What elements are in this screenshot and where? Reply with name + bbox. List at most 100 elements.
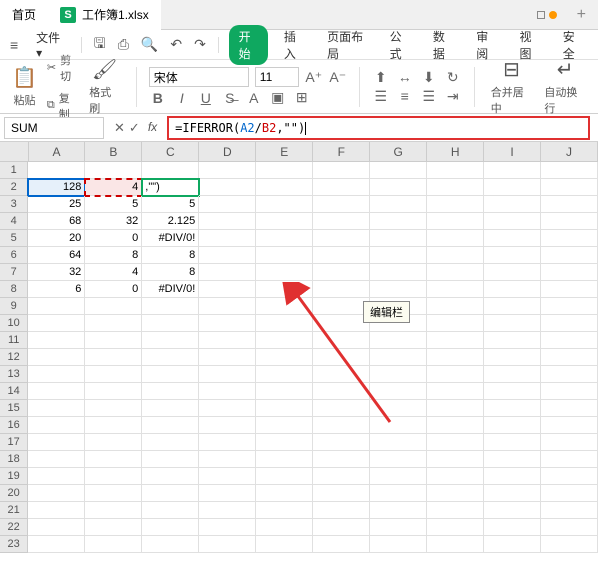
cell[interactable]: 0: [85, 281, 142, 298]
cell[interactable]: 0: [85, 230, 142, 247]
cell[interactable]: [142, 366, 199, 383]
increase-font-icon[interactable]: A⁺: [305, 69, 323, 86]
cell[interactable]: [28, 536, 85, 553]
row-header[interactable]: 21: [0, 502, 28, 519]
cell[interactable]: [370, 366, 427, 383]
cell[interactable]: [28, 434, 85, 451]
tab-add-button[interactable]: +: [565, 6, 598, 24]
cell[interactable]: 5: [85, 196, 142, 213]
cell[interactable]: [484, 196, 541, 213]
cell[interactable]: [313, 468, 370, 485]
tab-home[interactable]: 首页: [0, 0, 48, 30]
cell[interactable]: [256, 485, 313, 502]
cell[interactable]: [541, 298, 598, 315]
cell[interactable]: [142, 349, 199, 366]
cell[interactable]: [199, 366, 256, 383]
cell[interactable]: [370, 179, 427, 196]
cell[interactable]: [142, 162, 199, 179]
cell[interactable]: [484, 315, 541, 332]
cell[interactable]: [199, 281, 256, 298]
cell[interactable]: [142, 502, 199, 519]
cell[interactable]: [142, 519, 199, 536]
cell[interactable]: [484, 536, 541, 553]
cell[interactable]: [256, 162, 313, 179]
cell[interactable]: [484, 502, 541, 519]
cell[interactable]: [199, 179, 256, 196]
cell[interactable]: [541, 213, 598, 230]
cell[interactable]: [313, 349, 370, 366]
font-size-select[interactable]: [255, 67, 299, 87]
cell[interactable]: [256, 366, 313, 383]
cell[interactable]: [484, 332, 541, 349]
cell[interactable]: [199, 315, 256, 332]
cell[interactable]: #DIV/0!: [142, 281, 199, 298]
cell[interactable]: [484, 485, 541, 502]
cell[interactable]: [199, 162, 256, 179]
cell[interactable]: [541, 315, 598, 332]
cell[interactable]: [28, 349, 85, 366]
cell[interactable]: [28, 417, 85, 434]
cell[interactable]: [28, 451, 85, 468]
underline-button[interactable]: U: [197, 90, 215, 106]
cell[interactable]: [199, 196, 256, 213]
cell[interactable]: [427, 281, 484, 298]
cell[interactable]: [484, 298, 541, 315]
cell[interactable]: [85, 536, 142, 553]
cell[interactable]: [256, 468, 313, 485]
cell[interactable]: [484, 451, 541, 468]
cell[interactable]: [313, 434, 370, 451]
cell[interactable]: ,""): [142, 179, 199, 196]
cell[interactable]: [427, 247, 484, 264]
cell[interactable]: [313, 485, 370, 502]
cell[interactable]: [199, 230, 256, 247]
cell[interactable]: 68: [28, 213, 85, 230]
row-header[interactable]: 19: [0, 468, 28, 485]
cell[interactable]: [313, 400, 370, 417]
spreadsheet-grid[interactable]: ABCDEFGHIJ 121284,"")32555468322.1255200…: [0, 142, 598, 553]
row-header[interactable]: 7: [0, 264, 28, 281]
cell[interactable]: [541, 247, 598, 264]
cell[interactable]: [427, 264, 484, 281]
cell[interactable]: [199, 383, 256, 400]
row-header[interactable]: 3: [0, 196, 28, 213]
cell[interactable]: [28, 162, 85, 179]
row-header[interactable]: 17: [0, 434, 28, 451]
cell[interactable]: [85, 502, 142, 519]
cell[interactable]: 128: [28, 179, 85, 196]
row-header[interactable]: 20: [0, 485, 28, 502]
cell[interactable]: [541, 485, 598, 502]
row-header[interactable]: 12: [0, 349, 28, 366]
cell[interactable]: [28, 383, 85, 400]
cell[interactable]: [484, 213, 541, 230]
cell[interactable]: [541, 417, 598, 434]
cell[interactable]: [199, 264, 256, 281]
bold-button[interactable]: B: [149, 90, 167, 106]
align-bottom-icon[interactable]: ⬇: [420, 69, 438, 86]
cell[interactable]: 8: [85, 247, 142, 264]
cell[interactable]: [370, 264, 427, 281]
column-header[interactable]: F: [313, 142, 370, 161]
cell[interactable]: [199, 536, 256, 553]
row-header[interactable]: 18: [0, 451, 28, 468]
column-header[interactable]: H: [427, 142, 484, 161]
select-all-corner[interactable]: [0, 142, 29, 161]
row-header[interactable]: 14: [0, 383, 28, 400]
cell[interactable]: [85, 383, 142, 400]
cell[interactable]: [370, 519, 427, 536]
cell[interactable]: [427, 179, 484, 196]
cell[interactable]: [427, 400, 484, 417]
cell[interactable]: [370, 332, 427, 349]
cell[interactable]: [541, 281, 598, 298]
cell[interactable]: [85, 332, 142, 349]
cell[interactable]: #DIV/0!: [142, 230, 199, 247]
cell[interactable]: [370, 434, 427, 451]
cell[interactable]: [85, 349, 142, 366]
cell[interactable]: [313, 230, 370, 247]
cell[interactable]: [28, 298, 85, 315]
cell[interactable]: [313, 247, 370, 264]
cell[interactable]: [370, 281, 427, 298]
cell[interactable]: [85, 451, 142, 468]
cell[interactable]: [427, 162, 484, 179]
row-header[interactable]: 1: [0, 162, 28, 179]
cell[interactable]: [427, 315, 484, 332]
